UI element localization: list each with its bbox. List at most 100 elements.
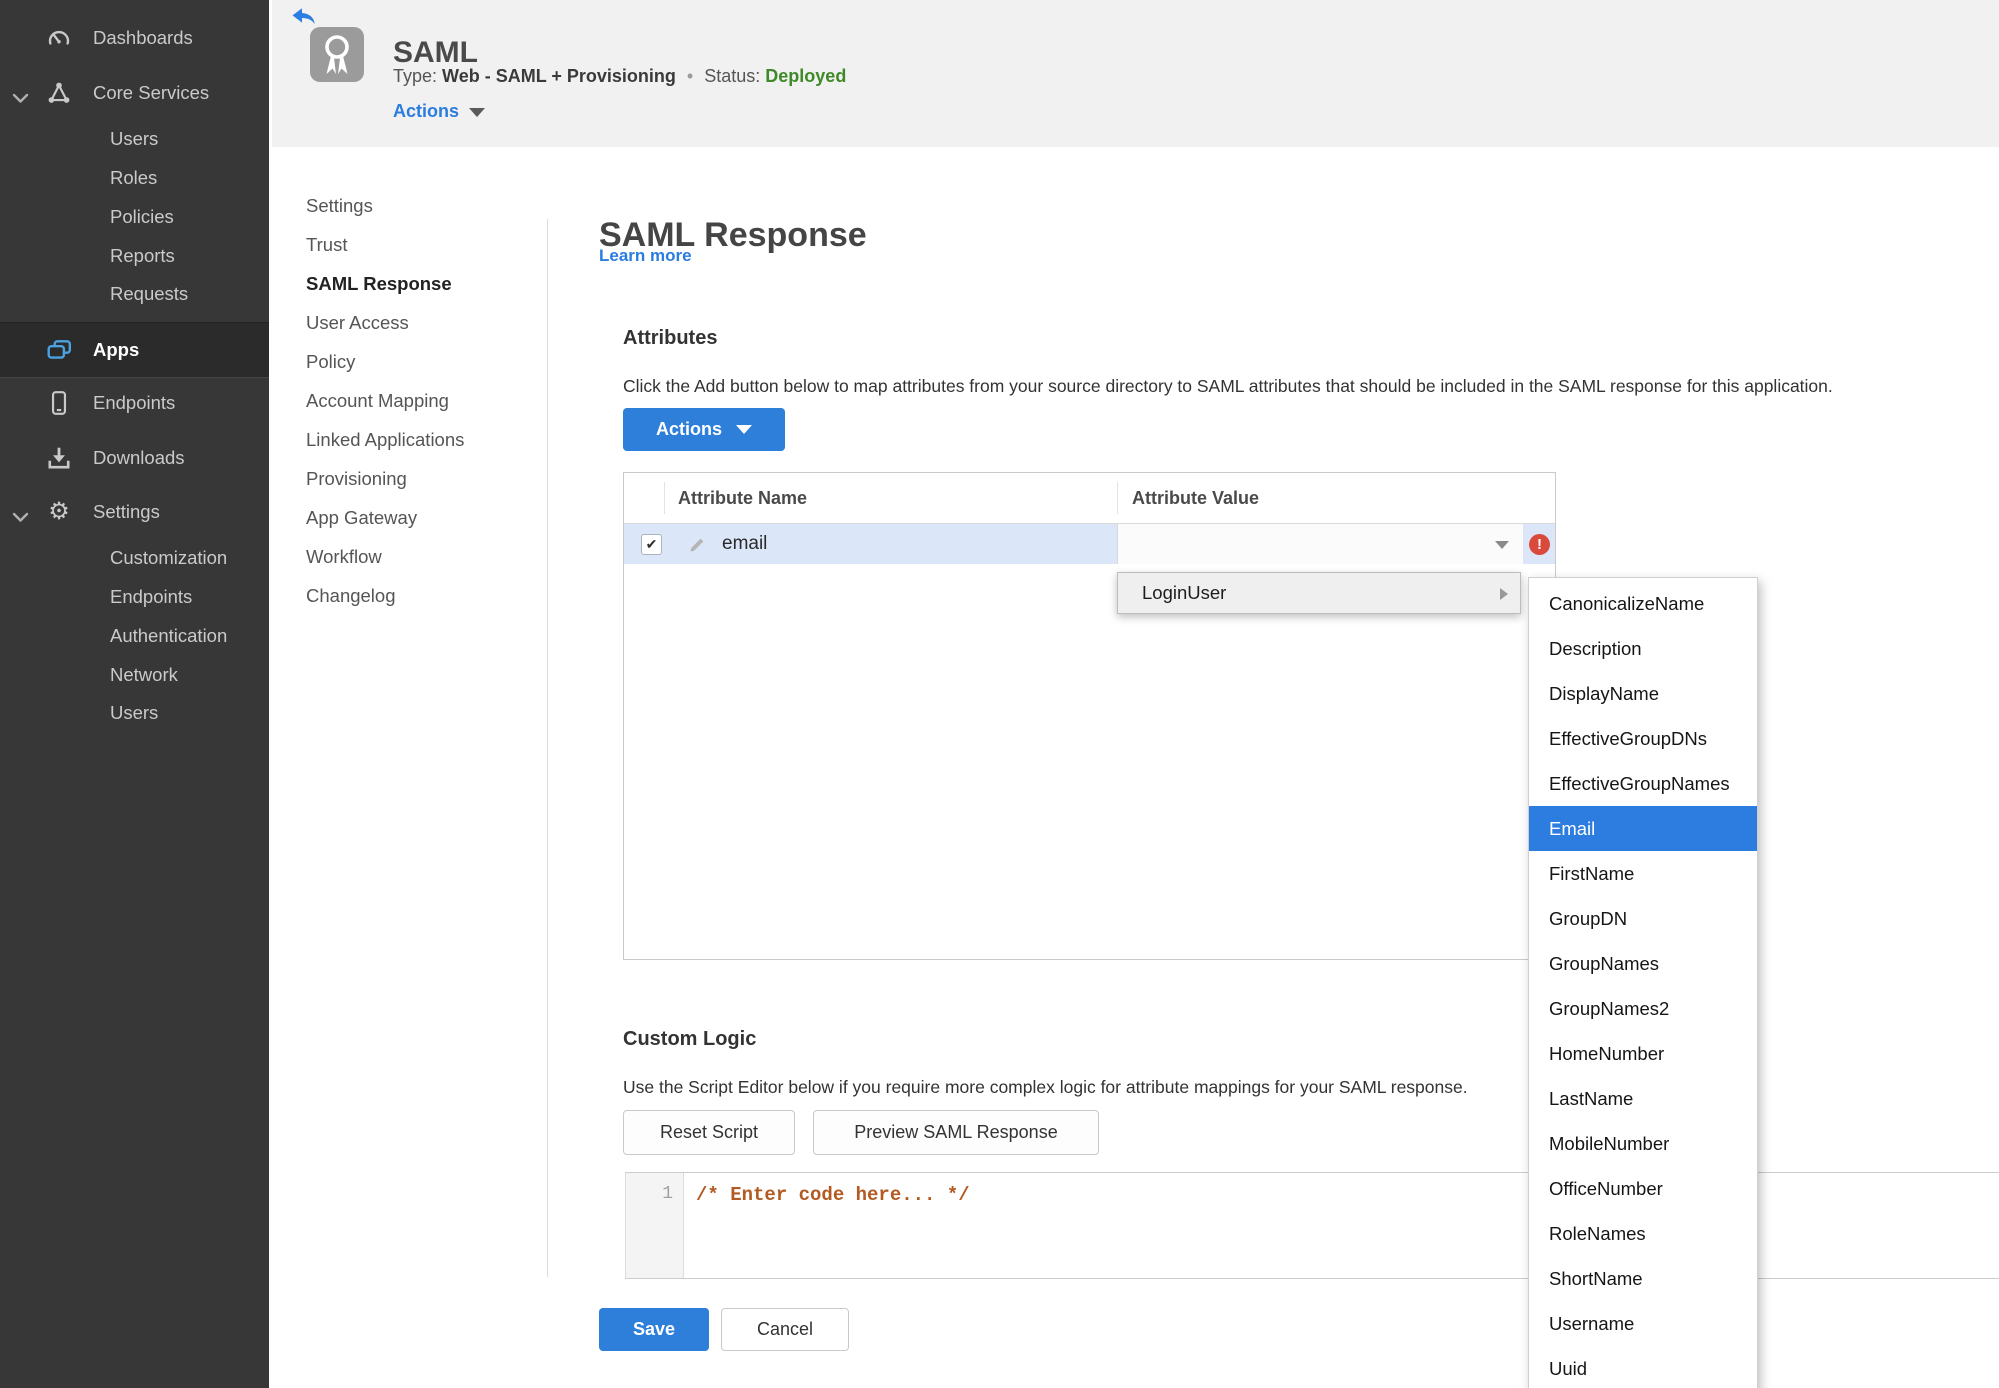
submenu-item-groupnames[interactable]: GroupNames [1529, 941, 1757, 986]
submenu-item-uuid[interactable]: Uuid [1529, 1346, 1757, 1388]
saml-app-icon [310, 27, 364, 82]
sidebar-item-label: Users [110, 128, 159, 149]
sidebar-item-label: Downloads [93, 447, 185, 468]
subnav-item-trust[interactable]: Trust [306, 225, 536, 264]
submenu-item-displayname[interactable]: DisplayName [1529, 671, 1757, 716]
sidebar-item-endpoints[interactable]: Endpoints [0, 384, 269, 422]
subnav-item-saml-response[interactable]: SAML Response [306, 264, 536, 303]
sidebar-item-label: Customization [110, 547, 228, 568]
table-row[interactable]: ✔ email ! [624, 524, 1555, 564]
column-separator [664, 482, 665, 514]
submenu-item-groupnames2[interactable]: GroupNames2 [1529, 986, 1757, 1031]
main-sidebar: Dashboards Core Services Users Roles Pol… [0, 0, 269, 1388]
sidebar-item-authentication[interactable]: Authentication [0, 617, 269, 655]
device-icon [46, 390, 72, 416]
sidebar-item-label: Endpoints [110, 586, 193, 607]
app-meta: Type: Web - SAML + Provisioning • Status… [393, 66, 846, 87]
apps-icon [46, 337, 72, 363]
custom-logic-description: Use the Script Editor below if you requi… [623, 1076, 1468, 1097]
editor-code[interactable]: /* Enter code here... */ [696, 1184, 970, 1206]
sidebar-item-settings-users[interactable]: Users [0, 694, 269, 732]
sidebar-item-policies[interactable]: Policies [0, 198, 269, 236]
line-number: 1 [662, 1184, 673, 1204]
sidebar-item-customization[interactable]: Customization [0, 539, 269, 577]
submenu-item-homenumber[interactable]: HomeNumber [1529, 1031, 1757, 1076]
error-icon: ! [1529, 534, 1550, 555]
submenu-item-groupdn[interactable]: GroupDN [1529, 896, 1757, 941]
submenu-item-shortname[interactable]: ShortName [1529, 1256, 1757, 1301]
sidebar-item-reports[interactable]: Reports [0, 237, 269, 275]
app-subnav: Settings Trust SAML Response User Access… [306, 186, 536, 615]
caret-down-icon [1495, 541, 1509, 549]
submenu-item-username[interactable]: Username [1529, 1301, 1757, 1346]
sidebar-item-apps[interactable]: Apps [0, 322, 269, 378]
submenu-item-effectivegroupnames[interactable]: EffectiveGroupNames [1529, 761, 1757, 806]
sidebar-item-users[interactable]: Users [0, 120, 269, 158]
preview-saml-response-button[interactable]: Preview SAML Response [813, 1110, 1099, 1155]
sidebar-item-dashboards[interactable]: Dashboards [0, 19, 269, 57]
attribute-value-dropdown[interactable] [1117, 524, 1523, 564]
sidebar-item-requests[interactable]: Requests [0, 275, 269, 313]
submenu-item-description[interactable]: Description [1529, 626, 1757, 671]
subnav-item-linked-applications[interactable]: Linked Applications [306, 420, 536, 459]
sidebar-item-label: Dashboards [93, 27, 193, 48]
sidebar-item-label: Network [110, 664, 178, 685]
core-services-icon [46, 80, 72, 106]
submenu-item-rolenames[interactable]: RoleNames [1529, 1211, 1757, 1256]
value-menu-loginuser[interactable]: LoginUser [1117, 572, 1521, 614]
submenu-item-lastname[interactable]: LastName [1529, 1076, 1757, 1121]
column-header-attribute-name: Attribute Name [678, 488, 808, 508]
value-menu-label: LoginUser [1142, 582, 1227, 603]
attribute-value-submenu: CanonicalizeName Description DisplayName… [1528, 577, 1758, 1388]
subnav-item-workflow[interactable]: Workflow [306, 537, 536, 576]
status-label: Status: [704, 66, 761, 86]
sidebar-item-core-services[interactable]: Core Services [0, 74, 269, 112]
script-editor[interactable]: 1 /* Enter code here... */ [625, 1172, 1999, 1279]
header-actions-menu[interactable]: Actions [393, 101, 486, 122]
save-button[interactable]: Save [599, 1308, 709, 1351]
attributes-actions-button[interactable]: Actions [623, 408, 785, 451]
subnav-item-provisioning[interactable]: Provisioning [306, 459, 536, 498]
sidebar-item-settings-endpoints[interactable]: Endpoints [0, 578, 269, 616]
subnav-item-policy[interactable]: Policy [306, 342, 536, 381]
learn-more-link[interactable]: Learn more [599, 246, 692, 266]
app-header: SAML Type: Web - SAML + Provisioning • S… [272, 0, 1999, 147]
sidebar-item-label: Users [110, 702, 159, 723]
custom-logic-heading: Custom Logic [623, 1028, 757, 1050]
submenu-item-officenumber[interactable]: OfficeNumber [1529, 1166, 1757, 1211]
subnav-item-settings[interactable]: Settings [306, 186, 536, 225]
status-badge: Deployed [765, 66, 847, 86]
subnav-item-changelog[interactable]: Changelog [306, 576, 536, 615]
reset-script-button[interactable]: Reset Script [623, 1110, 795, 1155]
submenu-item-mobilenumber[interactable]: MobileNumber [1529, 1121, 1757, 1166]
sidebar-item-label: Settings [93, 501, 160, 522]
submenu-item-firstname[interactable]: FirstName [1529, 851, 1757, 896]
sidebar-item-label: Policies [110, 206, 174, 227]
cancel-button[interactable]: Cancel [721, 1308, 849, 1351]
submenu-item-canonicalizename[interactable]: CanonicalizeName [1529, 581, 1757, 626]
attribute-name-cell: email [722, 533, 768, 554]
subnav-item-app-gateway[interactable]: App Gateway [306, 498, 536, 537]
sidebar-item-downloads[interactable]: Downloads [0, 439, 269, 477]
row-checkbox[interactable]: ✔ [641, 534, 662, 555]
edit-pencil-icon[interactable] [688, 534, 708, 554]
sidebar-item-label: Authentication [110, 625, 228, 646]
back-icon[interactable] [291, 5, 317, 29]
sidebar-item-label: Apps [93, 339, 140, 360]
sidebar-item-network[interactable]: Network [0, 656, 269, 694]
sidebar-item-settings[interactable]: ⚙ Settings [0, 493, 269, 531]
attributes-description: Click the Add button below to map attrib… [623, 375, 1833, 396]
subnav-divider [547, 219, 548, 1277]
error-mark: ! [1537, 536, 1542, 553]
caret-down-icon [736, 425, 752, 434]
subnav-item-user-access[interactable]: User Access [306, 303, 536, 342]
submenu-item-effectivegroupdns[interactable]: EffectiveGroupDNs [1529, 716, 1757, 761]
actions-button-label: Actions [655, 419, 722, 439]
subnav-item-account-mapping[interactable]: Account Mapping [306, 381, 536, 420]
gear-icon: ⚙ [48, 498, 70, 525]
gauge-icon [46, 25, 72, 51]
submenu-item-email[interactable]: Email [1529, 806, 1757, 851]
sidebar-item-roles[interactable]: Roles [0, 159, 269, 197]
chevron-down-icon [12, 87, 30, 103]
sidebar-item-label: Endpoints [93, 392, 176, 413]
